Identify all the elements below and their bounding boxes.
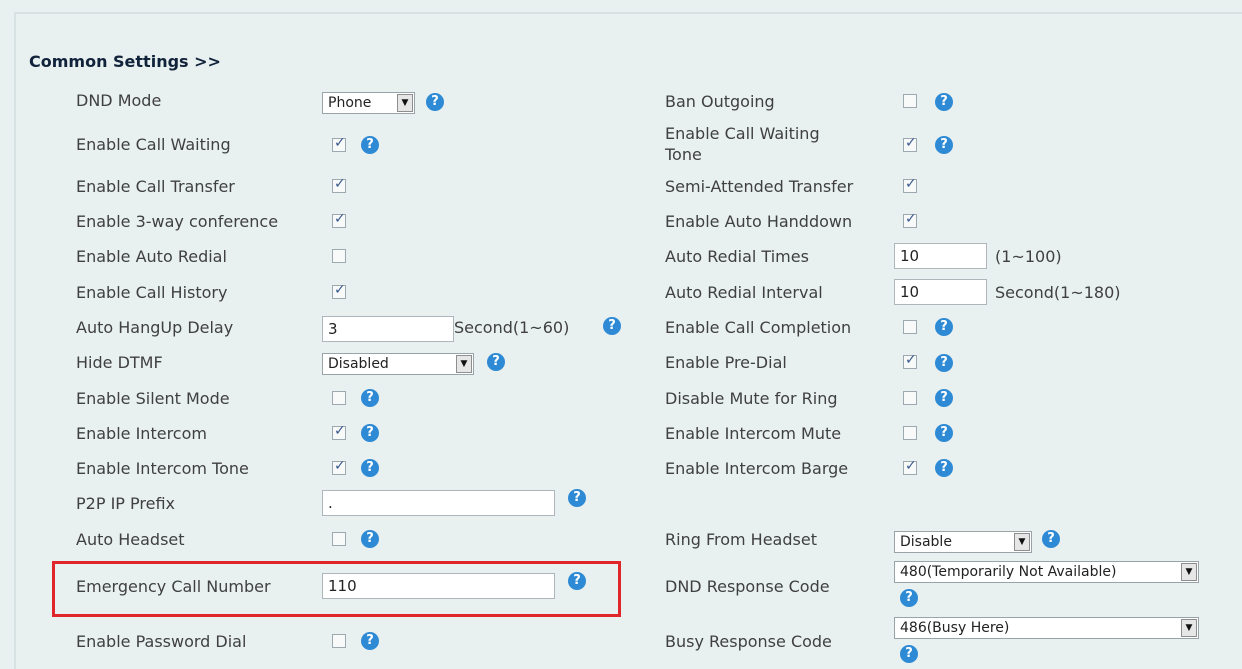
p2p-ip-prefix-label: P2P IP Prefix xyxy=(76,494,175,513)
three-way-conference-checkbox[interactable] xyxy=(332,211,346,228)
dnd-mode-value: Phone xyxy=(328,95,372,111)
semi-attended-transfer-checkbox[interactable] xyxy=(903,176,917,193)
auto-headset-checkbox[interactable] xyxy=(332,532,346,546)
p2p-ip-prefix-input[interactable]: . xyxy=(322,490,555,516)
call-waiting-tone-checkbox[interactable] xyxy=(903,135,917,152)
auto-redial-interval-unit: Second(1~180) xyxy=(995,283,1121,302)
dropdown-arrow-icon: ▼ xyxy=(1181,619,1197,637)
auto-redial-times-unit: (1~100) xyxy=(995,247,1062,266)
help-icon[interactable]: ? xyxy=(935,354,953,372)
emergency-call-number-input[interactable]: 110 xyxy=(322,573,555,599)
help-icon[interactable]: ? xyxy=(935,424,953,442)
section-title: Common Settings >> xyxy=(29,52,221,71)
silent-mode-checkbox[interactable] xyxy=(332,391,346,405)
auto-hangup-delay-input[interactable]: 3 xyxy=(322,316,454,342)
help-icon[interactable]: ? xyxy=(603,317,621,335)
dropdown-arrow-icon: ▼ xyxy=(1014,533,1030,551)
dnd-response-code-value: 480(Temporarily Not Available) xyxy=(900,564,1117,580)
intercom-tone-label: Enable Intercom Tone xyxy=(76,459,249,478)
auto-redial-times-input[interactable]: 10 xyxy=(894,243,987,269)
dropdown-arrow-icon: ▼ xyxy=(456,355,472,373)
dropdown-arrow-icon: ▼ xyxy=(397,94,413,112)
help-icon[interactable]: ? xyxy=(426,93,444,111)
dnd-mode-label: DND Mode xyxy=(76,91,162,110)
password-dial-checkbox[interactable] xyxy=(332,634,346,648)
ring-from-headset-select[interactable]: Disable ▼ xyxy=(894,531,1032,553)
dnd-response-code-select[interactable]: 480(Temporarily Not Available) ▼ xyxy=(894,561,1199,583)
intercom-tone-checkbox[interactable] xyxy=(332,458,346,475)
help-icon[interactable]: ? xyxy=(568,572,586,590)
call-waiting-checkbox[interactable] xyxy=(332,135,346,152)
settings-panel: Common Settings >> DND Mode Phone ▼ ? En… xyxy=(0,0,1242,669)
dnd-mode-select[interactable]: Phone ▼ xyxy=(322,92,415,114)
help-icon[interactable]: ? xyxy=(935,318,953,336)
auto-hangup-delay-unit: Second(1~60) xyxy=(454,318,570,337)
help-icon[interactable]: ? xyxy=(361,459,379,477)
call-transfer-label: Enable Call Transfer xyxy=(76,177,235,196)
three-way-conference-label: Enable 3-way conference xyxy=(76,212,279,231)
pre-dial-label: Enable Pre-Dial xyxy=(665,353,787,372)
auto-hangup-delay-label: Auto HangUp Delay xyxy=(76,318,234,337)
call-waiting-tone-label-line2: Tone xyxy=(665,145,702,164)
auto-redial-times-label: Auto Redial Times xyxy=(665,247,809,266)
emergency-call-number-label: Emergency Call Number xyxy=(76,577,271,596)
hide-dtmf-value: Disabled xyxy=(328,356,389,372)
call-waiting-tone-label-line1: Enable Call Waiting xyxy=(665,124,820,143)
call-transfer-checkbox[interactable] xyxy=(332,176,346,193)
help-icon[interactable]: ? xyxy=(935,459,953,477)
hide-dtmf-label: Hide DTMF xyxy=(76,353,163,372)
help-icon[interactable]: ? xyxy=(935,389,953,407)
auto-redial-label: Enable Auto Redial xyxy=(76,247,227,266)
ban-outgoing-checkbox[interactable] xyxy=(903,94,917,108)
help-icon[interactable]: ? xyxy=(900,589,918,607)
silent-mode-label: Enable Silent Mode xyxy=(76,389,230,408)
help-icon[interactable]: ? xyxy=(487,353,505,371)
ban-outgoing-label: Ban Outgoing xyxy=(665,92,775,111)
help-icon[interactable]: ? xyxy=(361,424,379,442)
intercom-mute-checkbox[interactable] xyxy=(903,426,917,440)
call-history-label: Enable Call History xyxy=(76,283,228,302)
call-completion-checkbox[interactable] xyxy=(903,320,917,334)
busy-response-code-label: Busy Response Code xyxy=(665,632,832,651)
help-icon[interactable]: ? xyxy=(361,389,379,407)
disable-mute-ring-checkbox[interactable] xyxy=(903,391,917,405)
call-history-checkbox[interactable] xyxy=(332,282,346,299)
intercom-barge-checkbox[interactable] xyxy=(903,458,917,475)
dnd-response-code-label: DND Response Code xyxy=(665,577,830,596)
auto-redial-checkbox[interactable] xyxy=(332,249,346,263)
ring-from-headset-value: Disable xyxy=(900,534,952,550)
auto-handdown-checkbox[interactable] xyxy=(903,211,917,228)
semi-attended-transfer-label: Semi-Attended Transfer xyxy=(665,177,854,196)
auto-redial-interval-label: Auto Redial Interval xyxy=(665,283,823,302)
help-icon[interactable]: ? xyxy=(361,632,379,650)
auto-headset-label: Auto Headset xyxy=(76,530,185,549)
auto-handdown-label: Enable Auto Handdown xyxy=(665,212,853,231)
intercom-checkbox[interactable] xyxy=(332,423,346,440)
help-icon[interactable]: ? xyxy=(935,93,953,111)
call-completion-label: Enable Call Completion xyxy=(665,318,852,337)
password-dial-label: Enable Password Dial xyxy=(76,632,247,651)
help-icon[interactable]: ? xyxy=(568,489,586,507)
help-icon[interactable]: ? xyxy=(361,136,379,154)
hide-dtmf-select[interactable]: Disabled ▼ xyxy=(322,353,474,375)
help-icon[interactable]: ? xyxy=(361,530,379,548)
intercom-mute-label: Enable Intercom Mute xyxy=(665,424,842,443)
ring-from-headset-label: Ring From Headset xyxy=(665,530,817,549)
call-waiting-tone-label: Enable Call Waiting Tone xyxy=(665,123,820,165)
intercom-label: Enable Intercom xyxy=(76,424,207,443)
auto-redial-interval-input[interactable]: 10 xyxy=(894,279,987,305)
pre-dial-checkbox[interactable] xyxy=(903,352,917,369)
dropdown-arrow-icon: ▼ xyxy=(1181,563,1197,581)
disable-mute-ring-label: Disable Mute for Ring xyxy=(665,389,838,408)
busy-response-code-value: 486(Busy Here) xyxy=(900,620,1010,636)
busy-response-code-select[interactable]: 486(Busy Here) ▼ xyxy=(894,617,1199,639)
intercom-barge-label: Enable Intercom Barge xyxy=(665,459,849,478)
help-icon[interactable]: ? xyxy=(1042,530,1060,548)
help-icon[interactable]: ? xyxy=(935,136,953,154)
help-icon[interactable]: ? xyxy=(900,645,918,663)
call-waiting-label: Enable Call Waiting xyxy=(76,135,231,154)
